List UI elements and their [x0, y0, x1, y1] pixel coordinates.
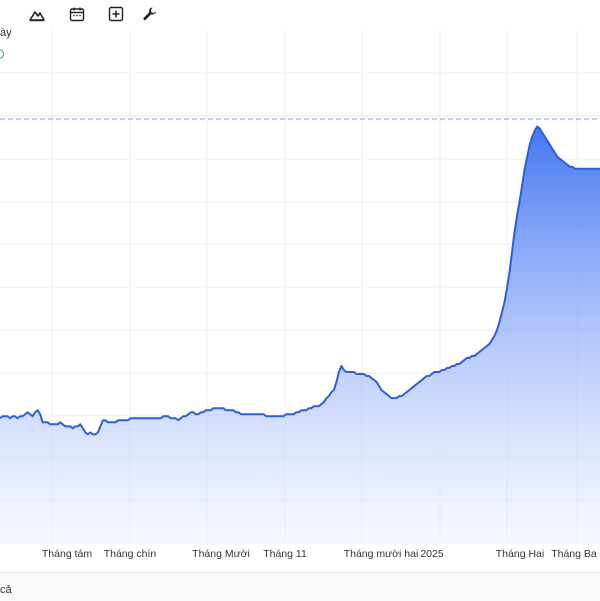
x-tick-label: Tháng Hai [496, 548, 544, 560]
mountain-chart-icon[interactable] [27, 4, 47, 24]
plus-box-icon[interactable] [106, 4, 126, 24]
footer-text-fragment: cả [0, 584, 12, 596]
x-tick-label: Tháng Mười [192, 548, 250, 560]
x-tick-label: Tháng 11 [263, 548, 307, 560]
area-fill [0, 126, 600, 543]
calendar-icon[interactable] [67, 4, 87, 24]
x-tick-label: Tháng tám [42, 548, 92, 560]
x-tick-label: 2025 [420, 548, 444, 560]
x-tick-label: Tháng mười hai [344, 548, 419, 560]
wrench-icon[interactable] [140, 4, 160, 24]
x-tick-label: Tháng Ba [551, 548, 597, 560]
x-tick-label: Tháng chín [104, 548, 157, 560]
x-axis-labels: Tháng tám Tháng chín Tháng Mười Tháng 11 Thá… [42, 548, 597, 560]
chart-toolbar [0, 0, 600, 30]
price-area-chart[interactable]: Tháng tám Tháng chín Tháng Mười Tháng 11 Thá… [0, 30, 600, 570]
chart-footer: cả [0, 572, 600, 601]
